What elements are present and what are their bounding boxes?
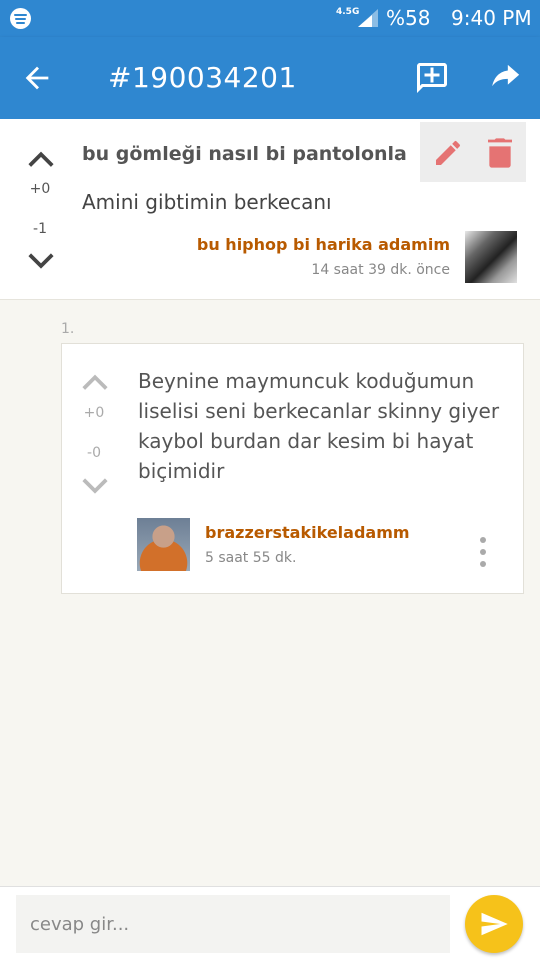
upvote-icon[interactable] [26, 147, 56, 169]
post-body: Amini gibtimin berkecanı [82, 190, 332, 214]
more-options-icon[interactable] [475, 536, 491, 568]
status-bar: 4.5G %58 9:40 PM [0, 0, 540, 37]
reply-author[interactable]: brazzerstakikeladamm [205, 523, 410, 542]
add-comment-icon[interactable] [414, 60, 450, 96]
clock: 9:40 PM [451, 6, 532, 30]
send-icon [481, 912, 508, 936]
reply-text: Beynine maymuncuk koduğumun liselisi sen… [138, 369, 500, 483]
reply-author-avatar[interactable] [137, 518, 190, 571]
reply-number: 1. [61, 321, 75, 337]
post-time: 14 saat 39 dk. önce [311, 262, 450, 278]
downvote-count: -1 [33, 221, 47, 237]
reply-upvote-count: +0 [83, 405, 105, 421]
reply-time: 5 saat 55 dk. [205, 550, 297, 566]
reply-input-bar [0, 886, 540, 960]
post-author[interactable]: bu hiphop bi harika adamim [197, 235, 450, 254]
share-icon[interactable] [488, 62, 522, 96]
post-actions [420, 122, 526, 182]
reply-card: +0 -0 Beynine maymuncuk koduğumun liseli… [61, 343, 524, 594]
trash-icon[interactable] [486, 137, 514, 169]
post-card: +0 -1 bu gömleği nasıl bi pantolonla Ami… [0, 119, 540, 300]
downvote-icon[interactable] [26, 250, 56, 272]
spotify-icon [10, 8, 31, 29]
network-type: 4.5G [336, 7, 360, 17]
app-bar: #190034201 [0, 37, 540, 119]
upvote-count: +0 [29, 181, 51, 197]
reply-downvote-count: -0 [87, 445, 101, 461]
reply-downvote-icon[interactable] [80, 475, 110, 497]
reply-input[interactable] [16, 895, 450, 953]
post-author-avatar[interactable] [465, 231, 517, 283]
post-title: bu gömleği nasıl bi pantolonla [82, 143, 407, 165]
battery-level: %58 [386, 6, 431, 30]
back-arrow-icon[interactable] [20, 61, 54, 95]
send-button[interactable] [465, 895, 523, 953]
reply-upvote-icon[interactable] [80, 370, 110, 392]
signal-icon [358, 9, 378, 27]
pencil-icon[interactable] [432, 137, 464, 169]
page-title: #190034201 [108, 61, 297, 94]
